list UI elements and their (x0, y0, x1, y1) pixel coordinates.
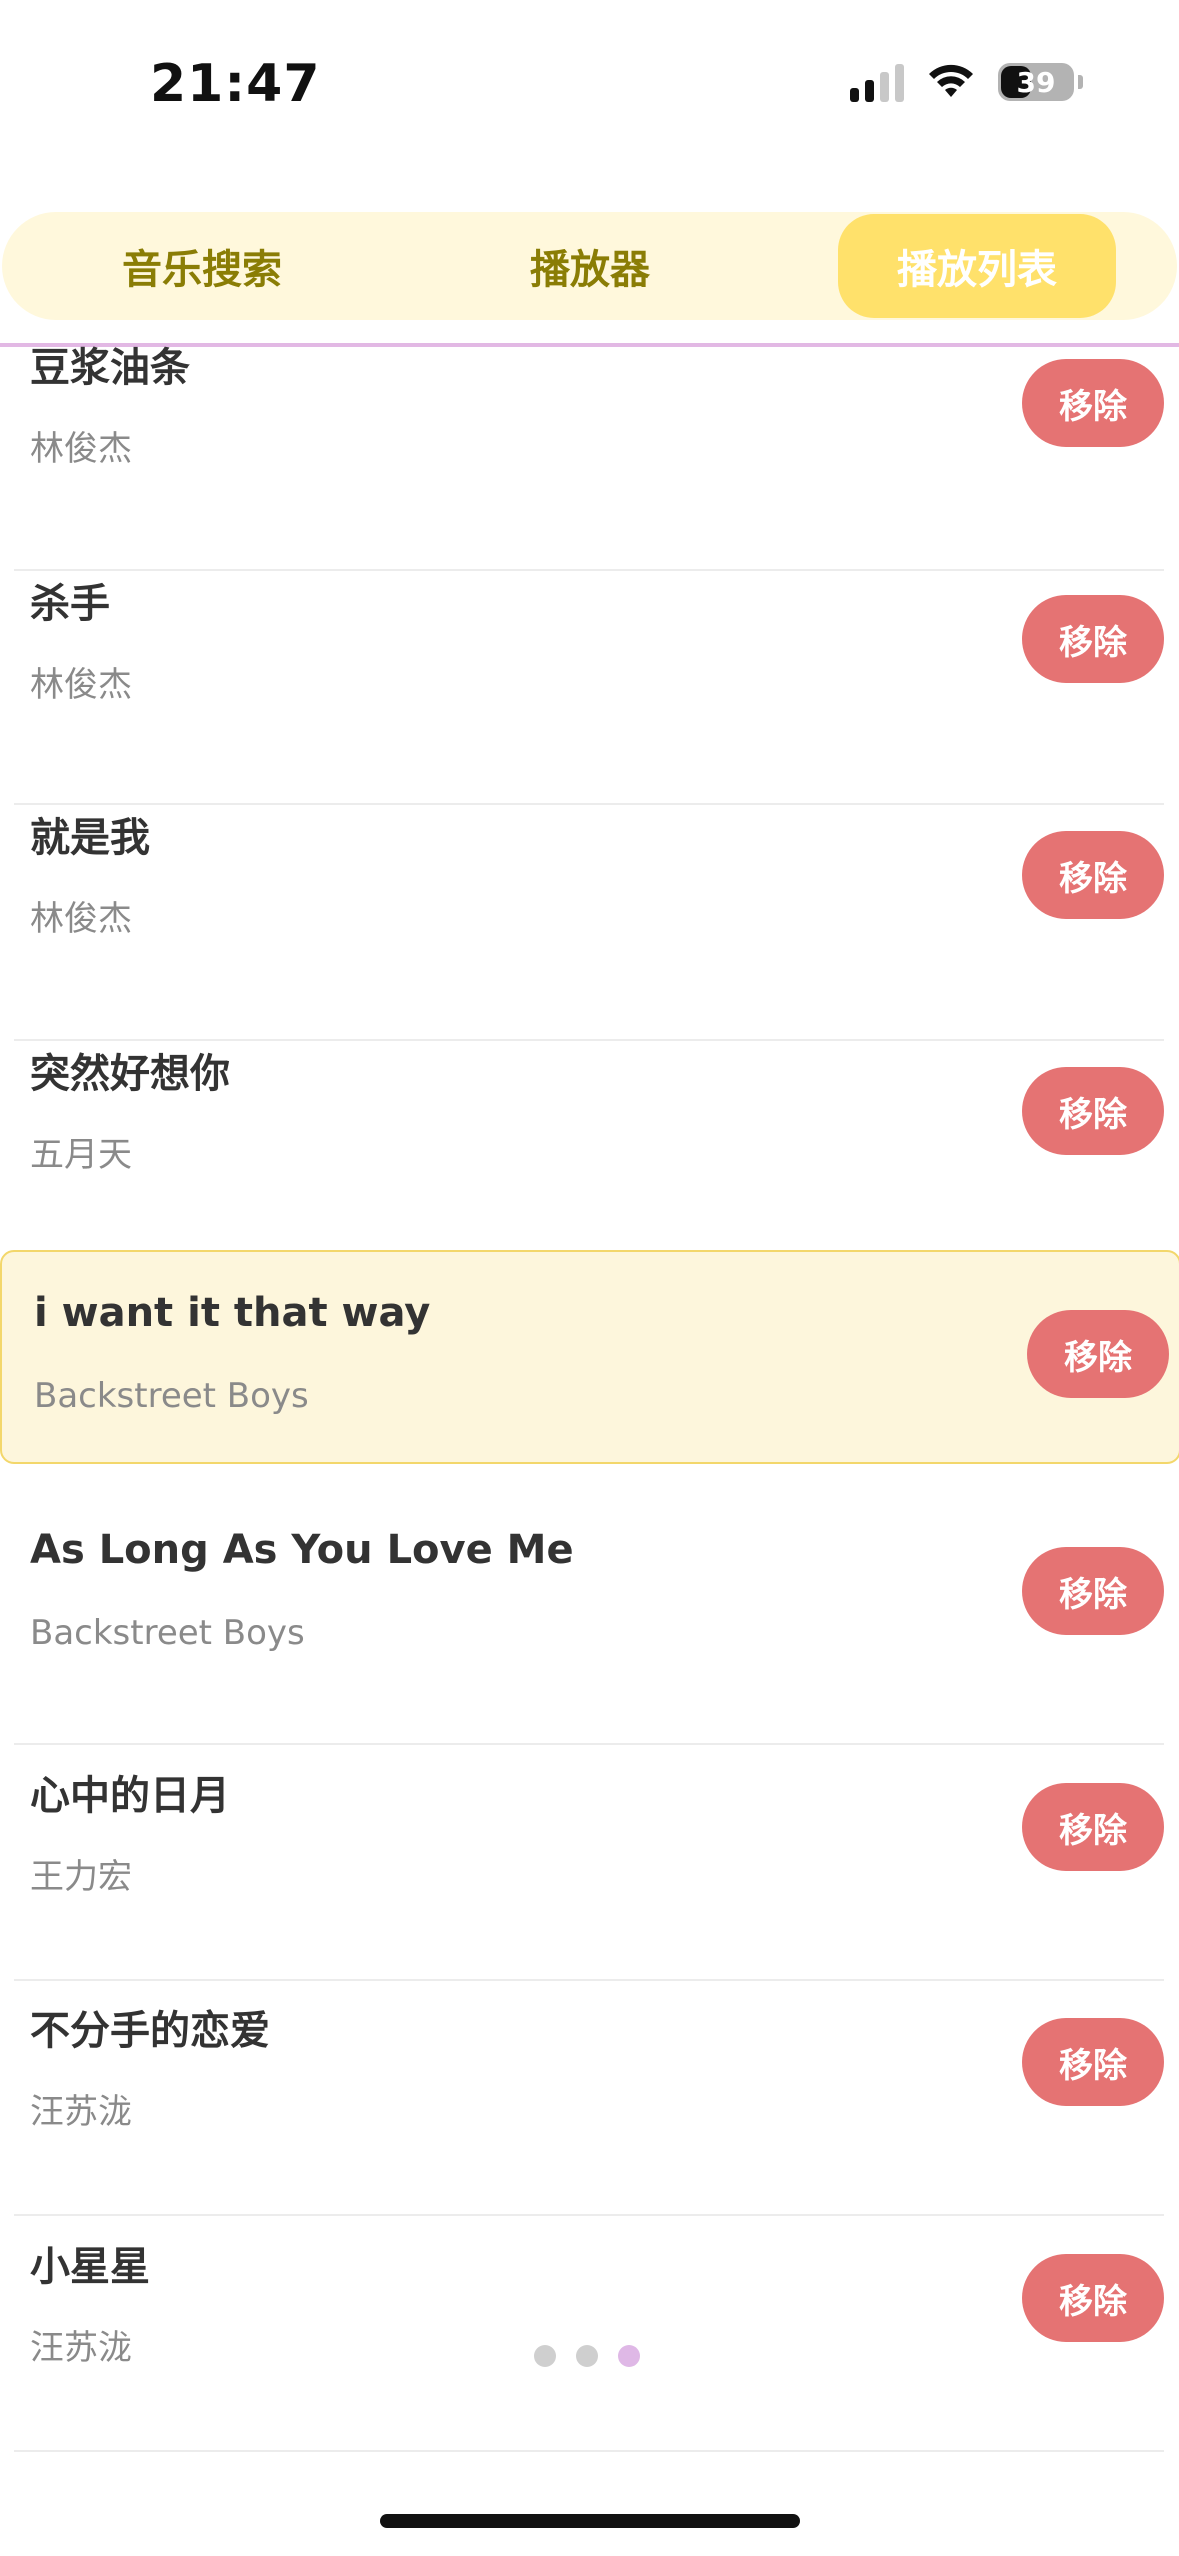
remove-button[interactable]: 移除 (1022, 595, 1164, 683)
home-indicator[interactable] (380, 2514, 800, 2528)
page-dot[interactable] (576, 2345, 598, 2367)
tab-player[interactable]: 播放器 (470, 214, 710, 318)
battery-tip (1078, 75, 1083, 89)
song-row[interactable]: 小星星 汪苏泷 移除 (14, 2216, 1164, 2452)
song-row[interactable]: 心中的日月 王力宏 移除 (14, 1745, 1164, 1981)
song-row[interactable]: 杀手 林俊杰 移除 (14, 569, 1164, 805)
remove-button[interactable]: 移除 (1022, 831, 1164, 919)
page-indicator (534, 2345, 640, 2367)
song-artist: 林俊杰 (30, 899, 132, 939)
remove-button[interactable]: 移除 (1022, 1067, 1164, 1155)
status-icons: 39 (850, 62, 1083, 102)
song-row[interactable]: 就是我 林俊杰 移除 (14, 805, 1164, 1041)
remove-button[interactable]: 移除 (1022, 2254, 1164, 2342)
remove-button[interactable]: 移除 (1022, 359, 1164, 447)
status-bar: 21:47 39 (0, 0, 1179, 170)
remove-button[interactable]: 移除 (1022, 2018, 1164, 2106)
wifi-icon (929, 64, 973, 97)
remove-button[interactable]: 移除 (1022, 1547, 1164, 1635)
song-title: 就是我 (30, 815, 150, 861)
song-artist: Backstreet Boys (30, 1613, 305, 1653)
tab-bar: 音乐搜索 播放器 播放列表 (2, 212, 1177, 320)
song-title: 豆浆油条 (30, 345, 190, 391)
song-title: 杀手 (30, 581, 110, 627)
song-title: 小星星 (30, 2244, 150, 2290)
song-artist: 王力宏 (30, 1857, 132, 1897)
tab-music-search[interactable]: 音乐搜索 (82, 214, 322, 318)
cellular-signal-icon (850, 62, 904, 102)
tab-playlist[interactable]: 播放列表 (838, 214, 1116, 318)
song-title: 不分手的恋爱 (30, 2008, 270, 2054)
song-title: i want it that way (34, 1290, 431, 1336)
battery-level: 39 (1016, 65, 1056, 99)
remove-button[interactable]: 移除 (1022, 1783, 1164, 1871)
song-title: As Long As You Love Me (30, 1527, 574, 1573)
remove-button[interactable]: 移除 (1027, 1310, 1169, 1398)
status-time: 21:47 (150, 54, 321, 114)
song-row[interactable]: 不分手的恋爱 汪苏泷 移除 (14, 1980, 1164, 2216)
page-dot-active[interactable] (618, 2345, 640, 2367)
battery-icon: 39 (998, 63, 1074, 101)
song-title: 心中的日月 (30, 1773, 230, 1819)
song-artist: 林俊杰 (30, 665, 132, 705)
song-artist: Backstreet Boys (34, 1376, 309, 1416)
song-row[interactable]: 豆浆油条 林俊杰 移除 (14, 335, 1164, 571)
song-row-now-playing[interactable]: i want it that way Backstreet Boys 移除 (0, 1250, 1179, 1464)
page-dot[interactable] (534, 2345, 556, 2367)
song-artist: 五月天 (30, 1135, 132, 1175)
playlist-screen: 21:47 39 音乐搜索 播放器 播放列表 豆浆油条 林俊杰 移除 杀手 林俊… (0, 0, 1179, 2556)
song-title: 突然好想你 (30, 1051, 230, 1097)
song-artist: 林俊杰 (30, 429, 132, 469)
song-artist: 汪苏泷 (30, 2092, 132, 2132)
song-row[interactable]: As Long As You Love Me Backstreet Boys 移… (14, 1509, 1164, 1745)
song-row[interactable]: 突然好想你 五月天 移除 (14, 1039, 1164, 1275)
song-artist: 汪苏泷 (30, 2328, 132, 2368)
